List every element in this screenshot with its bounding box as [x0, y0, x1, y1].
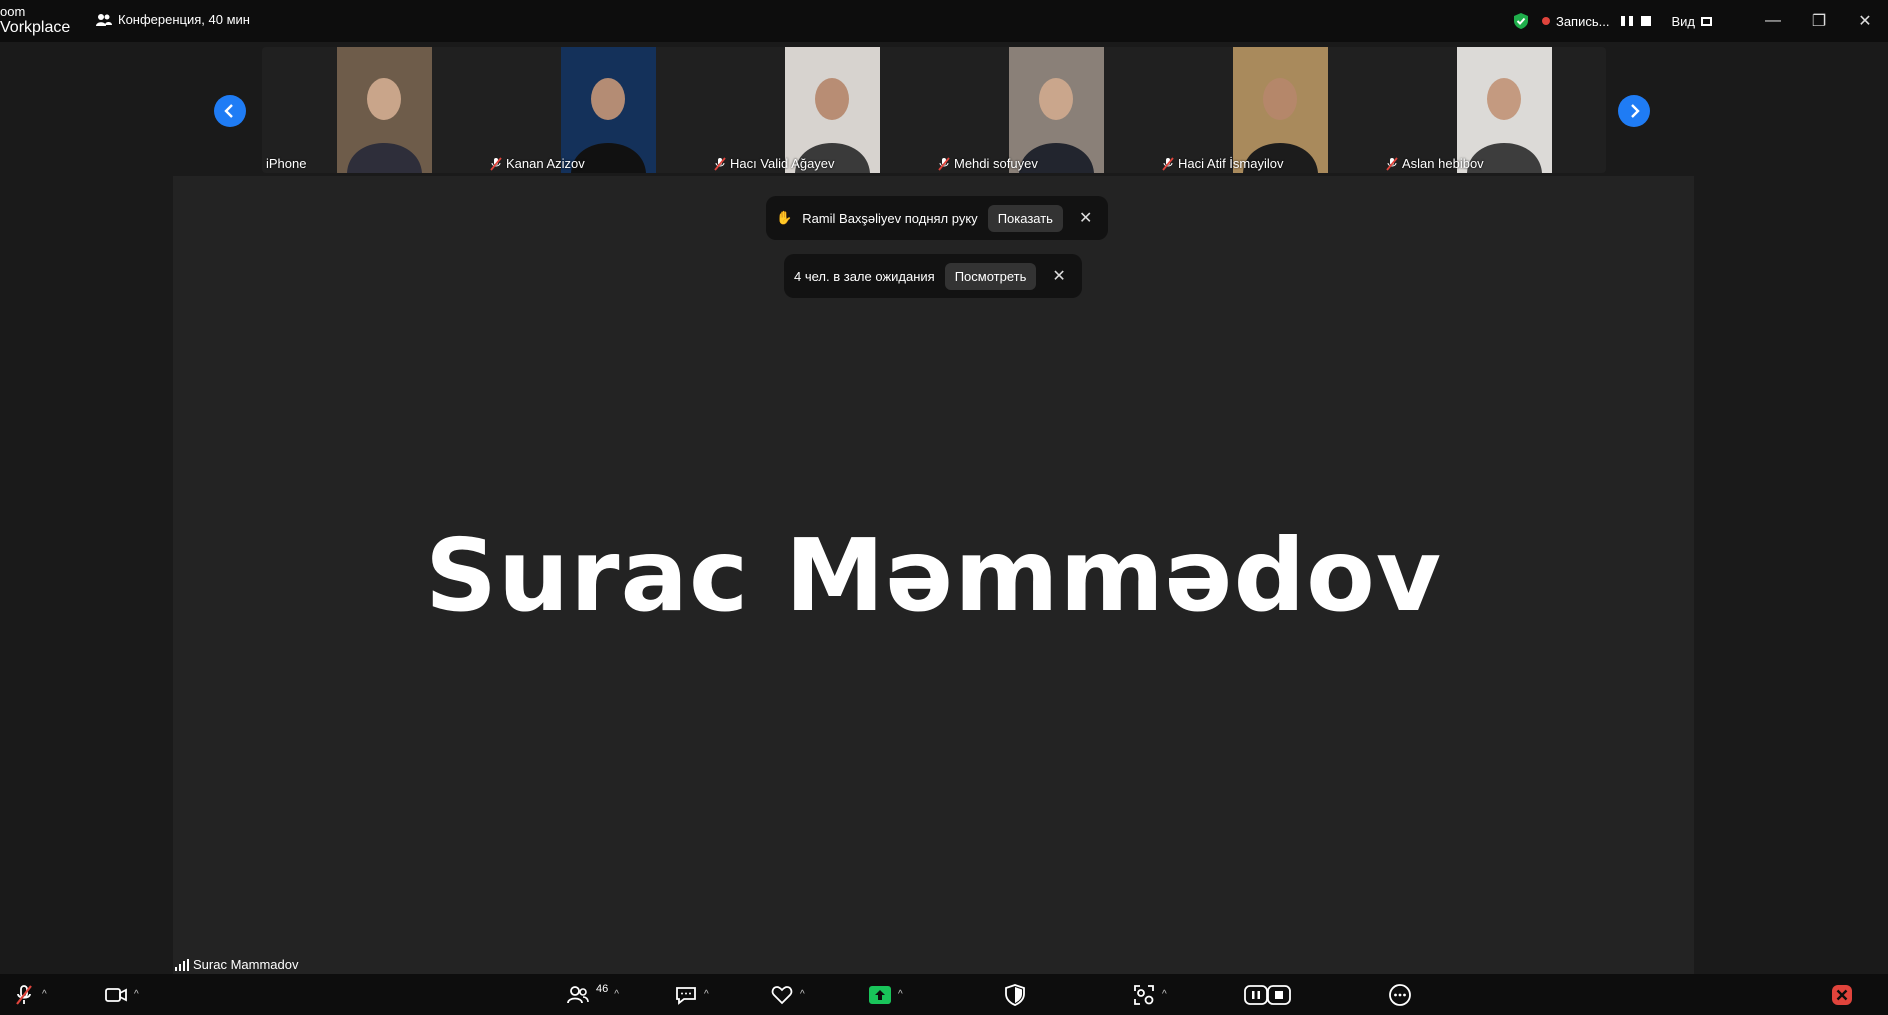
raise-hand-text: Ramil Baxşəliyev поднял руку [802, 210, 978, 226]
raise-hand-notification: ✋ Ramil Baxşəliyev поднял руку Показать … [766, 196, 1109, 240]
active-speaker-name: Surac Mammadov [193, 957, 299, 972]
share-options-caret-icon[interactable]: ^ [898, 989, 903, 1000]
recording-indicator[interactable]: Запись... [1541, 13, 1652, 29]
stop-recording-icon [1267, 984, 1291, 1005]
recording-label: Запись... [1555, 13, 1610, 29]
participant-tile[interactable]: Kanan Azizov [486, 47, 710, 173]
chat-button[interactable]: ^ [674, 974, 709, 1015]
participant-video-thumbnail [1009, 47, 1104, 173]
participant-video-thumbnail [337, 47, 432, 173]
recording-controls-button[interactable] [1243, 974, 1291, 1015]
more-options-icon [1389, 983, 1411, 1006]
apps-icon [1134, 984, 1154, 1005]
recording-pause-button[interactable] [1621, 16, 1626, 26]
filmstrip-next-button[interactable] [1618, 95, 1650, 127]
video-camera-icon [105, 987, 127, 1002]
microphone-muted-icon [938, 156, 950, 171]
unmute-button[interactable]: ^ [12, 974, 47, 1015]
security-shield-icon [1005, 983, 1025, 1006]
meeting-info[interactable]: Конференция, 40 мин [96, 12, 250, 27]
raised-hand-icon: ✋ [776, 210, 793, 225]
chat-options-caret-icon[interactable]: ^ [704, 989, 709, 1000]
more-button[interactable] [1388, 974, 1412, 1015]
participant-tile[interactable]: Hacı Valid Ağayev [710, 47, 934, 173]
chevron-right-icon [1631, 104, 1640, 118]
recording-stop-button[interactable] [1641, 16, 1652, 26]
participant-video-thumbnail [785, 47, 880, 173]
participant-name: Hacı Valid Ağayev [730, 156, 835, 171]
participant-name-label: Kanan Azizov [490, 156, 585, 171]
security-shield-icon[interactable] [1512, 12, 1530, 30]
pause-recording-icon [1244, 984, 1268, 1005]
participant-tile[interactable]: Mehdi sofuyev [934, 47, 1158, 173]
microphone-muted-icon [714, 156, 726, 171]
participants-icon [567, 985, 589, 1003]
logo-line-1: oom [0, 4, 26, 19]
microphone-muted-icon [490, 156, 502, 171]
title-bar: oom Vorkplace Конференция, 40 мин Запись… [0, 0, 1888, 42]
participant-name-label: Haci Atif İsmayilov [1162, 156, 1283, 171]
close-window-button[interactable]: ✕ [1842, 0, 1888, 42]
apps-options-caret-icon[interactable]: ^ [1162, 989, 1167, 1000]
microphone-muted-icon [1386, 156, 1398, 171]
participant-tile[interactable]: iPhone [262, 47, 486, 173]
participant-video-thumbnail [561, 47, 656, 173]
participant-name: Haci Atif İsmayilov [1178, 156, 1284, 171]
heart-icon [771, 985, 793, 1004]
meeting-title: Конференция, 40 мин [118, 12, 250, 27]
view-grid-icon [1701, 16, 1712, 26]
recording-pause-button-bar [1629, 16, 1634, 26]
apps-button[interactable]: ^ [1132, 974, 1167, 1015]
restore-button[interactable]: ❐ [1796, 0, 1842, 42]
participant-tile[interactable]: Aslan hebibov [1382, 47, 1606, 173]
participant-name: iPhone [266, 156, 307, 171]
logo-line-2: Vorkplace [0, 19, 71, 36]
show-raised-hand-button[interactable]: Показать [987, 204, 1063, 232]
video-options-caret-icon[interactable]: ^ [134, 989, 139, 1000]
participant-tile[interactable]: Haci Atif İsmayilov [1158, 47, 1382, 173]
share-screen-button[interactable]: ^ [868, 974, 903, 1015]
close-waiting-room-notification-button[interactable]: ✕ [1046, 266, 1071, 286]
participant-video-thumbnail [1457, 47, 1552, 173]
view-button[interactable]: Вид [1671, 14, 1712, 29]
audio-options-caret-icon[interactable]: ^ [42, 989, 47, 1000]
participant-name-label: Hacı Valid Ağayev [714, 156, 835, 171]
participant-name: Kanan Azizov [506, 156, 585, 171]
participant-video-thumbnail [1233, 47, 1328, 173]
participant-name-label: iPhone [266, 156, 306, 171]
react-options-caret-icon[interactable]: ^ [800, 989, 805, 1000]
minimize-button[interactable]: — [1750, 0, 1796, 42]
chat-bubble-icon [676, 986, 696, 1005]
participant-name: Mehdi sofuyev [954, 156, 1038, 171]
participants-options-caret-icon[interactable]: ^ [614, 989, 619, 1000]
active-speaker-label: Surac Mammadov [175, 957, 298, 972]
react-button[interactable]: ^ [770, 974, 805, 1015]
start-video-button[interactable]: ^ [104, 974, 139, 1015]
meeting-controls-toolbar: ^ ^ 46 ^ ^ ^ ^ ^ [0, 974, 1888, 1015]
end-meeting-button[interactable] [1830, 974, 1854, 1015]
waiting-room-text: 4 чел. в зале ожидания [794, 268, 935, 284]
waiting-room-notification: 4 чел. в зале ожидания Посмотреть ✕ [784, 254, 1082, 298]
share-screen-icon [869, 985, 891, 1004]
participant-name-label: Aslan hebibov [1386, 156, 1484, 171]
end-meeting-icon [1832, 984, 1852, 1005]
participant-name-label: Mehdi sofuyev [938, 156, 1038, 171]
microphone-muted-icon [1162, 156, 1174, 171]
security-button[interactable] [1003, 974, 1027, 1015]
participants-count: 46 [596, 982, 609, 995]
close-raise-hand-notification-button[interactable]: ✕ [1073, 208, 1098, 228]
participants-button[interactable]: 46 ^ [566, 974, 619, 1015]
view-waiting-room-button[interactable]: Посмотреть [944, 262, 1037, 290]
filmstrip-prev-button[interactable] [214, 95, 246, 127]
recording-dot-icon [1541, 17, 1550, 25]
participant-name: Aslan hebibov [1402, 156, 1484, 171]
view-label: Вид [1671, 13, 1695, 29]
participants-group-icon [96, 13, 112, 26]
chevron-left-icon [224, 104, 233, 118]
signal-strength-icon [175, 958, 189, 971]
app-logo: oom Vorkplace [0, 4, 70, 36]
microphone-muted-icon [16, 984, 32, 1005]
